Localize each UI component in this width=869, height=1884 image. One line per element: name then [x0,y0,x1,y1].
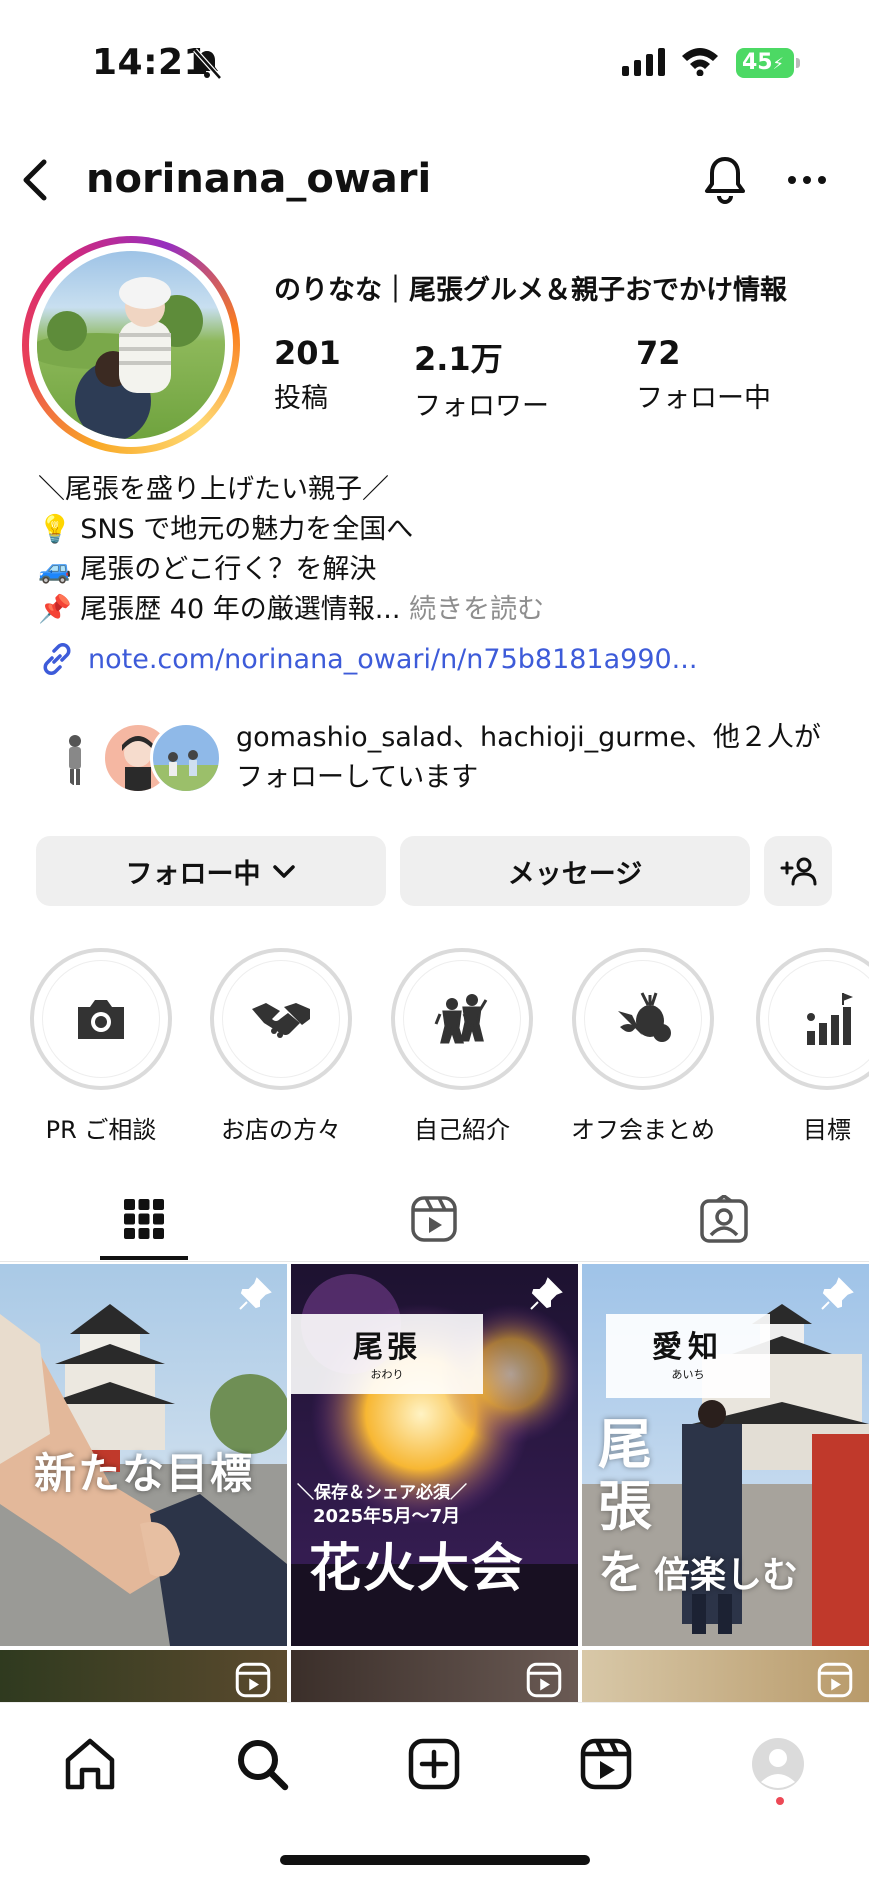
grid-post[interactable]: 愛知 あいち 尾張 を 倍楽しむ [582,1264,869,1646]
nav-search[interactable] [222,1729,302,1799]
tab-reels[interactable] [374,1188,494,1250]
tab-grid[interactable] [84,1188,204,1250]
signal-icon [622,48,665,76]
more-options-icon[interactable] [784,160,830,200]
people-icon [434,994,488,1044]
followed-by[interactable]: gomashio_salad、hachioji_gurme、他２人がフォローして… [56,718,846,798]
highlight-pr[interactable]: PR ご相談 [26,948,176,1145]
following-count[interactable]: 72 フォロー中 [636,334,771,415]
nav-create[interactable] [394,1729,474,1799]
bottom-navigation [0,1702,869,1884]
handshake-icon [252,1003,310,1038]
post-title-box: 愛知 あいち [606,1314,770,1398]
nav-profile[interactable] [738,1729,818,1799]
bio-line: 💡 SNS で地元の魅力を全国へ [38,514,414,545]
message-button[interactable]: メッセージ [400,836,750,906]
post-title-box: 尾張 おわり [291,1314,483,1394]
reels-badge-icon [817,1662,853,1698]
notification-bell-icon[interactable] [700,154,750,206]
camera-icon [78,1000,124,1039]
nav-home[interactable] [50,1729,130,1799]
pin-icon [821,1277,854,1310]
post-overlay-text: 花火大会 [309,1539,526,1599]
bio-more-link[interactable]: 続きを読む [400,594,544,625]
grid-post[interactable]: 尾張 おわり ＼保存＆シェア必須／ 2025年5月〜7月 花火大会 [291,1264,578,1646]
link-icon [43,643,71,675]
profile-avatar[interactable] [22,236,240,454]
profile-username: norinana_owari [86,156,432,202]
highlight-offkai[interactable]: オフ会まとめ [568,948,718,1145]
home-icon [65,1738,115,1790]
tab-tagged[interactable] [664,1188,784,1250]
reels-badge-icon [235,1662,271,1698]
display-name: のりなな｜尾張グルメ＆親子おでかけ情報 [274,275,787,306]
wifi-icon [682,48,718,76]
grid-post[interactable]: 新たな目標 [0,1264,287,1646]
pin-icon [530,1277,563,1310]
pin-icon [239,1277,272,1310]
bell-off-icon [193,48,222,80]
status-bar: 14:21 45⚡ [0,0,869,120]
followers-count[interactable]: 2.1万 フォロワー [414,334,549,423]
avatar-photo [37,277,203,439]
search-icon [238,1740,289,1791]
suggested-users-button[interactable] [764,836,832,906]
content-tabs [0,1176,869,1262]
back-icon[interactable] [16,156,56,204]
home-indicator[interactable] [280,1855,590,1865]
tab-active-indicator [100,1256,188,1260]
grid-post[interactable] [0,1650,287,1704]
mutual-follower-avatars [56,722,222,796]
bio-line: 🚙 尾張のどこ行く？を解決 [38,554,377,585]
grid-post[interactable] [582,1650,869,1704]
profile-avatar-icon [752,1738,804,1790]
reels-badge-icon [526,1662,562,1698]
bio-external-link[interactable]: note.com/norinana_owari/n/n75b8181a990..… [38,640,697,678]
followed-by-text: gomashio_salad、hachioji_gurme、他２人がフォローして… [236,722,821,793]
grid-post[interactable] [291,1650,578,1704]
following-button[interactable]: フォロー中 [36,836,386,906]
tagged-icon [700,1195,748,1243]
avatar [150,722,222,794]
create-post-icon [408,1738,460,1790]
reels-icon [580,1738,632,1790]
profile-bio: ＼尾張を盛り上げたい親子／ 💡 SNS で地元の魅力を全国へ 🚙 尾張のどこ行く… [38,470,544,630]
profile-header: norinana_owari [0,150,869,210]
highlight-goal[interactable]: 目標 [752,948,869,1145]
nav-reels[interactable] [566,1729,646,1799]
goal-icon [807,993,853,1045]
grid-icon [124,1199,164,1239]
notification-dot [776,1797,784,1805]
highlight-shops[interactable]: お店の方々 [206,948,356,1145]
chevron-down-icon [272,865,295,878]
reels-icon [411,1196,457,1242]
post-overlay-text: 尾張 [598,1413,652,1538]
posts-grid: 新たな目標 尾張 おわり ＼保存＆シェア必須／ 2025年5月〜7月 花火大会 [0,1264,869,1704]
highlight-intro[interactable]: 自己紹介 [387,948,537,1145]
post-overlay-text: 新たな目標 [34,1449,255,1498]
battery-indicator: 45⚡ [736,48,800,78]
add-person-icon [780,857,817,886]
vegetables-icon [618,992,671,1042]
bio-line: 📌 尾張歴 40 年の厳選情報... 続きを読む [38,594,545,625]
bio-line: ＼尾張を盛り上げたい親子／ [38,474,389,505]
posts-count[interactable]: 201 投稿 [274,334,341,415]
